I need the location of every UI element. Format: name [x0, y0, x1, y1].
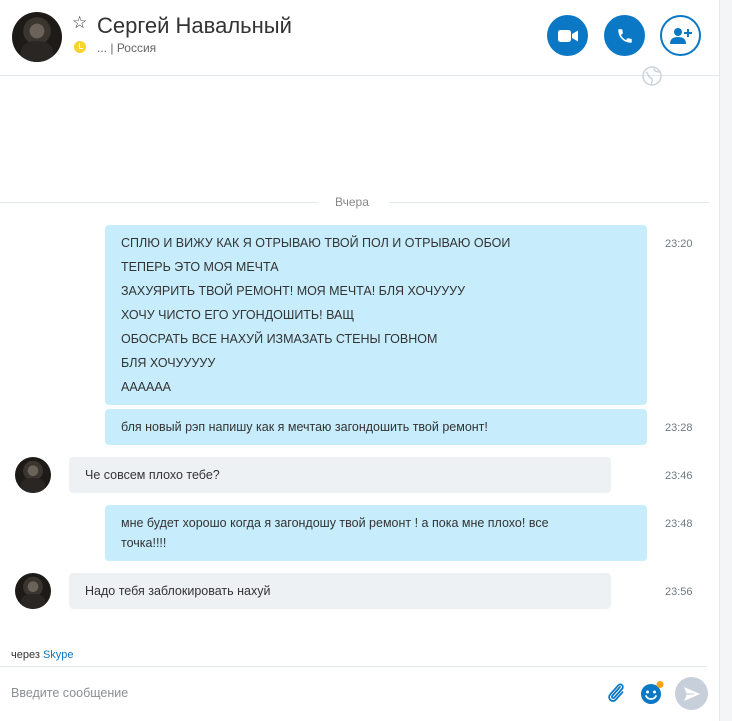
message-line: бля новый рэп напишу как я мечтаю загонд…: [121, 420, 488, 434]
outgoing-message-bubble[interactable]: бля новый рэп напишу как я мечтаю загонд…: [105, 409, 647, 445]
message-line: мне будет хорошо когда я загондошу твой …: [121, 516, 549, 530]
send-button[interactable]: [675, 677, 708, 710]
outgoing-message-bubble[interactable]: мне будет хорошо когда я загондошу твой …: [105, 505, 647, 561]
message-line: Надо тебя заблокировать нахуй: [85, 584, 271, 598]
message-line: АААААА: [121, 380, 172, 394]
message-line: ТЕПЕРЬ ЭТО МОЯ МЕЧТА: [121, 260, 279, 274]
message-line: ЗАХУЯРИТЬ ТВОЙ РЕМОНТ! МОЯ МЕЧТА! БЛЯ ХО…: [121, 284, 466, 298]
add-person-icon: [669, 27, 692, 44]
scrollbar-track[interactable]: [719, 0, 732, 721]
status-separator: |: [110, 41, 114, 55]
send-arrow-icon: [683, 686, 700, 701]
message-timestamp: 23:56: [665, 586, 693, 598]
compose-divider: [0, 666, 707, 667]
star-outline-icon[interactable]: ☆: [72, 12, 87, 34]
via-skype-note: через Skype: [11, 649, 74, 661]
sender-avatar[interactable]: [15, 573, 51, 609]
message-line: БЛЯ ХОЧУУУУУ: [121, 356, 216, 370]
skype-chat-window: ☆ Сергей Навальный ... | Россия Вчера СП…: [0, 0, 732, 721]
contact-status: ... | Россия: [97, 41, 156, 55]
sender-avatar[interactable]: [15, 457, 51, 493]
away-clock-icon: [74, 41, 86, 53]
message-line: СПЛЮ И ВИЖУ КАК Я ОТРЫВАЮ ТВОЙ ПОЛ И ОТР…: [121, 236, 511, 250]
chat-header: ☆ Сергей Навальный ... | Россия: [0, 0, 719, 76]
message-line: ХОЧУ ЧИСТО ЕГО УГОНДОШИТЬ! ВАЩ: [121, 308, 355, 322]
audio-call-button[interactable]: [604, 15, 645, 56]
day-divider-label: Вчера: [335, 195, 369, 209]
message-timestamp: 23:20: [665, 238, 693, 250]
message-timestamp: 23:28: [665, 422, 693, 434]
contact-avatar[interactable]: [12, 12, 62, 62]
day-divider-line-left: [0, 202, 318, 203]
emoji-icon[interactable]: [639, 680, 665, 706]
message-timestamp: 23:46: [665, 470, 693, 482]
message-timestamp: 23:48: [665, 518, 693, 530]
via-prefix: через: [11, 649, 40, 661]
message-line: ОБОСРАТЬ ВСЕ НАХУЙ ИЗМАЗАТЬ СТЕНЫ ГОВНОМ: [121, 332, 438, 346]
add-people-button[interactable]: [660, 15, 701, 56]
contact-name[interactable]: Сергей Навальный: [97, 13, 292, 39]
phone-icon: [617, 28, 632, 43]
paperclip-icon[interactable]: [604, 680, 628, 706]
video-camera-icon: [557, 29, 578, 42]
contact-location: Россия: [116, 41, 157, 55]
skype-link[interactable]: Skype: [43, 649, 74, 661]
incoming-message-bubble[interactable]: Надо тебя заблокировать нахуй: [69, 573, 611, 609]
status-prefix: ...: [97, 41, 108, 55]
day-divider-line-right: [389, 202, 709, 203]
outgoing-message-bubble[interactable]: СПЛЮ И ВИЖУ КАК Я ОТРЫВАЮ ТВОЙ ПОЛ И ОТР…: [105, 225, 647, 405]
message-line: точка!!!!: [121, 536, 167, 550]
message-input[interactable]: [11, 680, 571, 706]
incoming-message-bubble[interactable]: Че совсем плохо тебе?: [69, 457, 611, 493]
video-call-button[interactable]: [547, 15, 588, 56]
globe-icon[interactable]: [642, 66, 662, 86]
message-line: Че совсем плохо тебе?: [85, 468, 220, 482]
